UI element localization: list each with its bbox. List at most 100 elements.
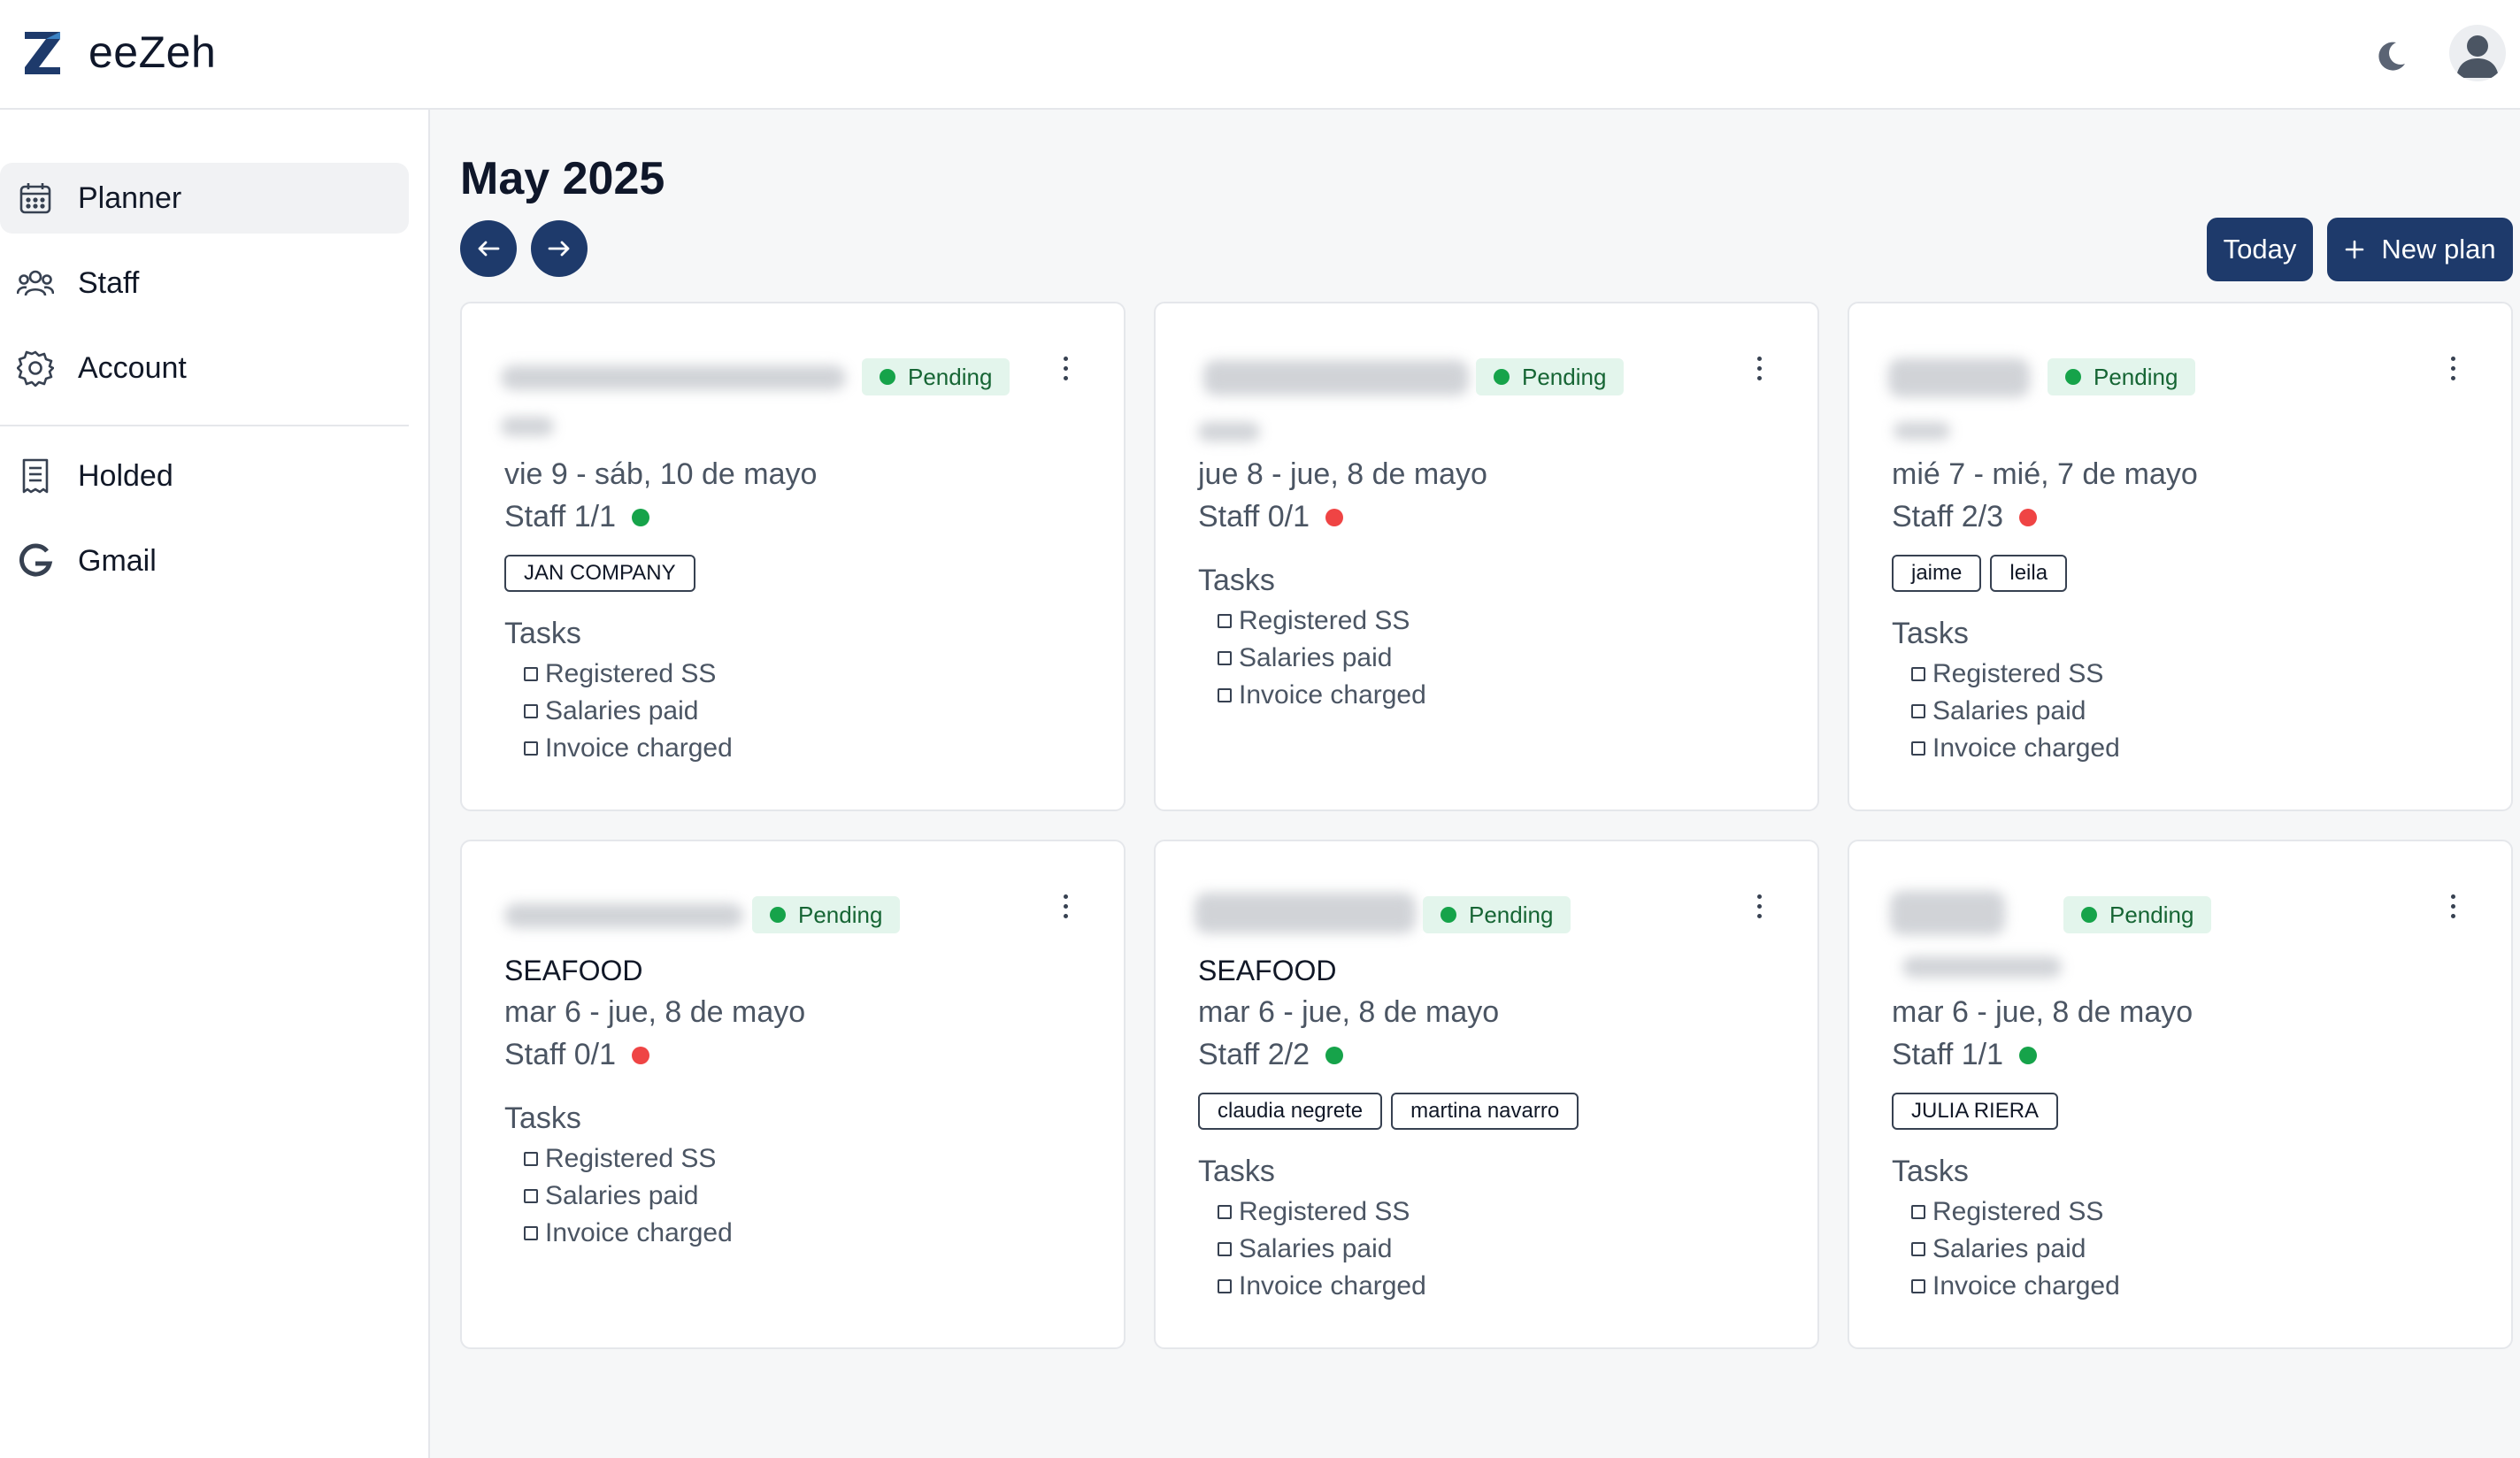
sidebar-item-label: Gmail bbox=[78, 543, 157, 578]
redacted-client bbox=[1902, 956, 2062, 978]
plan-card[interactable]: Pending mié 7 - mié, 7 de mayo Staff 2/3… bbox=[1848, 302, 2513, 811]
task-checkbox[interactable]: Salaries paid bbox=[524, 1181, 698, 1211]
staff-status-dot bbox=[2019, 508, 2038, 526]
staff-count: Staff 0/1 bbox=[504, 1038, 650, 1072]
plan-card[interactable]: Pending vie 9 - sáb, 10 de mayo Staff 1/… bbox=[460, 302, 1126, 811]
moon-icon[interactable] bbox=[2373, 39, 2409, 74]
sidebar-item-holded[interactable]: Holded bbox=[0, 441, 409, 511]
brand-name[interactable]: eeZeh bbox=[88, 27, 216, 78]
task-checkbox[interactable]: Salaries paid bbox=[1911, 1234, 2086, 1264]
staff-chip[interactable]: leila bbox=[1990, 555, 2068, 592]
plan-card[interactable]: Pending mar 6 - jue, 8 de mayo Staff 1/1… bbox=[1848, 840, 2513, 1349]
plus-icon bbox=[2346, 240, 2364, 259]
status-badge: Pending bbox=[2048, 358, 2196, 395]
more-options-icon[interactable] bbox=[2447, 894, 2458, 926]
today-button[interactable]: Today bbox=[2207, 218, 2313, 281]
more-options-icon[interactable] bbox=[1754, 357, 1764, 388]
user-avatar-icon[interactable] bbox=[2449, 25, 2506, 81]
new-plan-button-label: New plan bbox=[2381, 234, 2496, 265]
sidebar-item-label: Staff bbox=[78, 265, 140, 300]
date-range: mar 6 - jue, 8 de mayo bbox=[504, 995, 806, 1029]
redacted-name bbox=[1890, 891, 2005, 935]
redacted-name bbox=[1195, 893, 1416, 933]
redacted-client bbox=[1198, 422, 1260, 441]
redacted-client bbox=[1894, 422, 1950, 440]
staff-chip[interactable]: JAN COMPANY bbox=[504, 555, 695, 592]
task-checkbox[interactable]: Invoice charged bbox=[1911, 733, 2120, 764]
staff-count: Staff 2/3 bbox=[1892, 500, 2038, 534]
status-badge: Pending bbox=[752, 896, 901, 933]
sidebar-item-staff[interactable]: Staff bbox=[0, 248, 409, 318]
date-range: mié 7 - mié, 7 de mayo bbox=[1892, 457, 2198, 491]
today-button-label: Today bbox=[2223, 234, 2297, 265]
task-checkbox[interactable]: Invoice charged bbox=[524, 1218, 733, 1248]
tasks-heading: Tasks bbox=[504, 1101, 581, 1135]
task-checkbox[interactable]: Invoice charged bbox=[1218, 680, 1426, 710]
tasks-heading: Tasks bbox=[504, 617, 581, 650]
sidebar-item-label: Account bbox=[78, 350, 187, 385]
more-options-icon[interactable] bbox=[1060, 894, 1071, 926]
redacted-client bbox=[501, 417, 554, 436]
google-icon bbox=[16, 541, 55, 580]
new-plan-button[interactable]: New plan bbox=[2327, 218, 2513, 281]
task-checkbox[interactable]: Salaries paid bbox=[524, 696, 698, 726]
tasks-heading: Tasks bbox=[1198, 1155, 1275, 1188]
status-badge: Pending bbox=[1423, 896, 1571, 933]
plan-card[interactable]: Pending SEAFOOD mar 6 - jue, 8 de mayo S… bbox=[460, 840, 1126, 1349]
more-options-icon[interactable] bbox=[1060, 357, 1071, 388]
plan-card[interactable]: Pending jue 8 - jue, 8 de mayo Staff 0/1… bbox=[1154, 302, 1819, 811]
staff-chip[interactable]: claudia negrete bbox=[1198, 1093, 1383, 1130]
tasks-heading: Tasks bbox=[1198, 564, 1275, 597]
assigned-staff: JAN COMPANY bbox=[504, 555, 695, 592]
next-month-button[interactable] bbox=[531, 220, 588, 277]
task-checkbox[interactable]: Salaries paid bbox=[1218, 1234, 1392, 1264]
redacted-name bbox=[1203, 360, 1469, 395]
more-options-icon[interactable] bbox=[2447, 357, 2458, 388]
task-checkbox[interactable]: Invoice charged bbox=[524, 733, 733, 764]
arrow-right-icon bbox=[548, 241, 570, 257]
users-icon bbox=[16, 264, 55, 303]
task-checkbox[interactable]: Salaries paid bbox=[1911, 696, 2086, 726]
assigned-staff: claudia negrete martina navarro bbox=[1198, 1093, 1579, 1130]
plan-card[interactable]: Pending SEAFOOD mar 6 - jue, 8 de mayo S… bbox=[1154, 840, 1819, 1349]
assigned-staff: JULIA RIERA bbox=[1892, 1093, 2059, 1130]
task-checkbox[interactable]: Invoice charged bbox=[1218, 1271, 1426, 1301]
date-range: mar 6 - jue, 8 de mayo bbox=[1892, 995, 2193, 1029]
gear-icon bbox=[16, 349, 55, 388]
status-badge: Pending bbox=[862, 358, 1010, 395]
staff-count: Staff 2/2 bbox=[1198, 1038, 1344, 1072]
staff-count: Staff 1/1 bbox=[1892, 1038, 2038, 1072]
staff-status-dot bbox=[632, 508, 650, 526]
task-checkbox[interactable]: Registered SS bbox=[524, 1144, 716, 1174]
staff-status-dot bbox=[2019, 1046, 2038, 1064]
assigned-staff: jaime leila bbox=[1892, 555, 2068, 592]
task-checkbox[interactable]: Registered SS bbox=[1218, 1197, 1410, 1227]
sidebar-item-label: Holded bbox=[78, 458, 173, 493]
staff-count: Staff 1/1 bbox=[504, 500, 650, 534]
more-options-icon[interactable] bbox=[1754, 894, 1764, 926]
eezeh-logo-icon[interactable] bbox=[23, 30, 62, 76]
staff-chip[interactable]: JULIA RIERA bbox=[1892, 1093, 2059, 1130]
staff-status-dot bbox=[632, 1046, 650, 1064]
sidebar-item-planner[interactable]: Planner bbox=[0, 163, 409, 234]
sidebar-item-label: Planner bbox=[78, 180, 182, 215]
prev-month-button[interactable] bbox=[460, 220, 517, 277]
task-checkbox[interactable]: Registered SS bbox=[1218, 606, 1410, 636]
task-checkbox[interactable]: Registered SS bbox=[524, 659, 716, 689]
staff-chip[interactable]: jaime bbox=[1892, 555, 1982, 592]
client-name: SEAFOOD bbox=[504, 955, 643, 986]
status-badge: Pending bbox=[1476, 358, 1625, 395]
date-range: vie 9 - sáb, 10 de mayo bbox=[504, 457, 818, 491]
staff-chip[interactable]: martina navarro bbox=[1391, 1093, 1579, 1130]
sidebar-item-gmail[interactable]: Gmail bbox=[0, 526, 409, 596]
sidebar-item-account[interactable]: Account bbox=[0, 333, 409, 403]
date-range: mar 6 - jue, 8 de mayo bbox=[1198, 995, 1500, 1029]
date-range: jue 8 - jue, 8 de mayo bbox=[1198, 457, 1487, 491]
task-checkbox[interactable]: Salaries paid bbox=[1218, 643, 1392, 673]
sidebar: Planner Staff Account Holded Gmail bbox=[0, 110, 430, 1458]
task-checkbox[interactable]: Registered SS bbox=[1911, 659, 2103, 689]
status-badge: Pending bbox=[2063, 896, 2212, 933]
task-checkbox[interactable]: Invoice charged bbox=[1911, 1271, 2120, 1301]
staff-status-dot bbox=[1325, 1046, 1344, 1064]
task-checkbox[interactable]: Registered SS bbox=[1911, 1197, 2103, 1227]
